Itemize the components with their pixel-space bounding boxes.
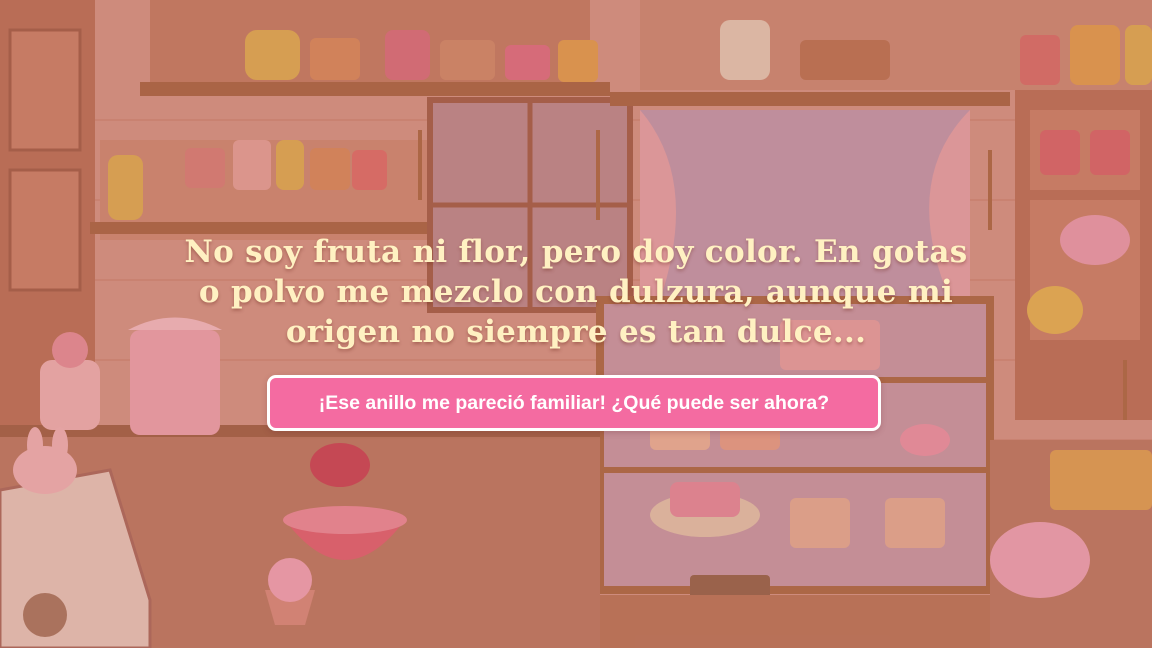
- guess-button[interactable]: ¡Ese anillo me pareció familiar! ¿Qué pu…: [267, 375, 881, 431]
- cupcake-icon: [265, 558, 315, 625]
- top-right-shelf: [640, 0, 1152, 90]
- jar-icon: [245, 30, 300, 80]
- teapot-icon: [1060, 215, 1130, 265]
- middle-shelf: [90, 140, 430, 240]
- cake-icon: [670, 482, 740, 517]
- right-cabinet: [1015, 90, 1152, 420]
- riddle-text: No soy fruta ni flor, pero doy color. En…: [184, 234, 968, 350]
- top-shelf: [140, 0, 610, 96]
